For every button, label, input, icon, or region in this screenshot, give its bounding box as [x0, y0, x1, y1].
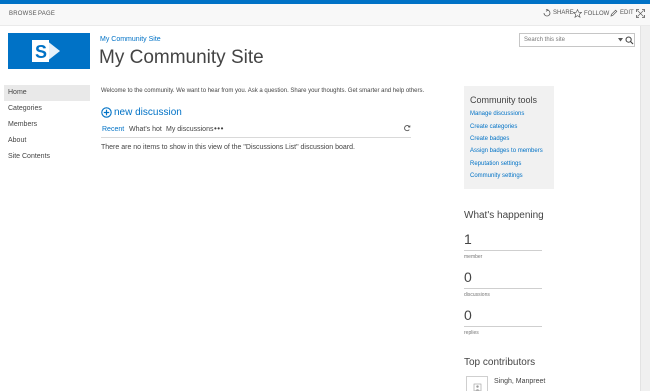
- share-label: SHARE: [553, 10, 574, 16]
- view-tab-recent[interactable]: Recent: [102, 126, 124, 133]
- link-reputation-settings[interactable]: Reputation settings: [470, 161, 521, 167]
- new-discussion-button[interactable]: new discussion: [101, 107, 182, 118]
- follow-button[interactable]: FOLLOW: [573, 9, 609, 18]
- welcome-text: Welcome to the community. We want to hea…: [101, 88, 425, 94]
- refresh-icon[interactable]: [403, 124, 411, 132]
- link-assign-badges[interactable]: Assign badges to members: [470, 148, 543, 154]
- breadcrumb-link[interactable]: My Community Site: [100, 36, 161, 43]
- stat-members: 1: [464, 231, 542, 251]
- ribbon: BROWSE PAGE SHARE FOLLOW EDIT: [0, 4, 650, 26]
- top-contributors-heading: Top contributors: [464, 357, 536, 368]
- search-box[interactable]: Search this site: [519, 33, 635, 47]
- nav-item-site-contents[interactable]: Site Contents: [4, 149, 90, 165]
- link-create-badges[interactable]: Create badges: [470, 136, 509, 142]
- stat-members-label: member: [464, 254, 483, 260]
- left-navigation: Home Categories Members About Site Conte…: [4, 85, 90, 165]
- stat-discussions: 0: [464, 269, 542, 289]
- edit-button[interactable]: EDIT: [610, 9, 634, 17]
- stat-discussions-value: 0: [464, 269, 472, 285]
- community-tools-heading: Community tools: [470, 95, 538, 105]
- tab-browse[interactable]: BROWSE: [9, 11, 37, 17]
- nav-item-about[interactable]: About: [4, 133, 90, 149]
- more-views-button[interactable]: •••: [214, 124, 224, 133]
- stat-discussions-label: discussions: [464, 292, 490, 298]
- focus-mode-icon: [636, 9, 645, 18]
- star-icon: [573, 9, 582, 18]
- follow-label: FOLLOW: [584, 10, 610, 17]
- contributor-name[interactable]: Singh, Manpreet: [494, 378, 545, 385]
- community-tools-panel: Community tools Manage discussions Creat…: [464, 86, 554, 189]
- pencil-icon: [610, 9, 618, 17]
- add-circle-icon: [101, 107, 112, 118]
- stat-replies: 0: [464, 307, 542, 327]
- vertical-scrollbar[interactable]: [640, 26, 650, 391]
- person-icon: [473, 383, 482, 391]
- view-tab-my-discussions[interactable]: My discussions: [166, 126, 213, 133]
- chevron-down-icon[interactable]: [618, 38, 623, 42]
- empty-list-message: There are no items to show in this view …: [101, 144, 355, 151]
- link-manage-discussions[interactable]: Manage discussions: [470, 111, 524, 117]
- nav-item-members[interactable]: Members: [4, 117, 90, 133]
- sharepoint-logo-icon: S: [32, 40, 60, 62]
- stat-members-value: 1: [464, 231, 472, 247]
- new-discussion-label: new discussion: [114, 107, 182, 118]
- site-logo[interactable]: S: [8, 33, 90, 69]
- view-tabs: Recent What's hot My discussions •••: [101, 124, 411, 138]
- edit-label: EDIT: [620, 10, 634, 16]
- link-community-settings[interactable]: Community settings: [470, 173, 523, 179]
- view-tab-whats-hot[interactable]: What's hot: [129, 126, 162, 133]
- page-title: My Community Site: [99, 47, 264, 68]
- stat-replies-label: replies: [464, 330, 479, 336]
- share-icon: [543, 9, 551, 17]
- search-input[interactable]: Search this site: [524, 37, 565, 43]
- avatar[interactable]: [466, 376, 488, 391]
- whats-happening-heading: What's happening: [464, 210, 544, 221]
- link-create-categories[interactable]: Create categories: [470, 124, 517, 130]
- svg-text:S: S: [35, 42, 47, 62]
- stat-replies-value: 0: [464, 307, 472, 323]
- search-icon[interactable]: [625, 36, 634, 45]
- focus-mode-button[interactable]: [636, 9, 645, 18]
- tab-page[interactable]: PAGE: [38, 11, 55, 17]
- share-button[interactable]: SHARE: [543, 9, 574, 17]
- nav-item-home[interactable]: Home: [4, 85, 90, 101]
- nav-item-categories[interactable]: Categories: [4, 101, 90, 117]
